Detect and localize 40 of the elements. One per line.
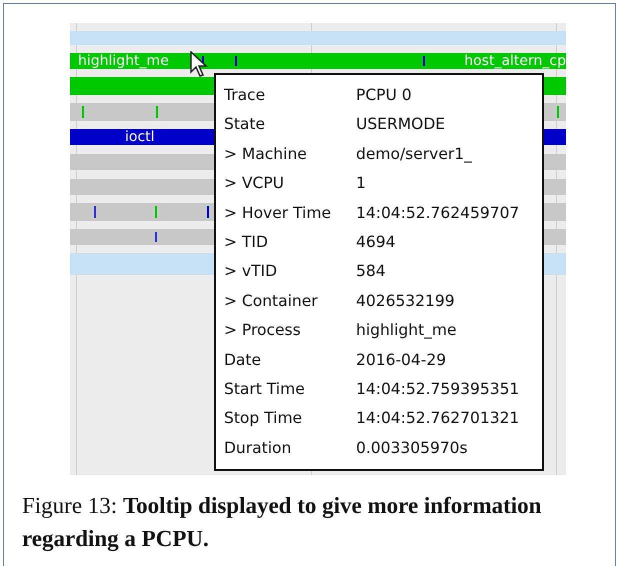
tooltip-value: 4026532199	[356, 290, 456, 312]
event-tick	[156, 106, 158, 118]
tooltip-value: highlight_me	[356, 320, 458, 342]
bar-label: ioctl	[125, 130, 155, 144]
pointer-icon	[190, 51, 208, 77]
event-tick	[207, 206, 209, 218]
tooltip-value: 584	[356, 261, 387, 282]
tooltip-key: > TID	[224, 228, 356, 258]
tooltip-key: State	[224, 110, 356, 140]
tooltip-key: > Machine	[224, 140, 356, 170]
event-tick	[423, 56, 425, 66]
tooltip-value: 14:04:52.759395351	[356, 379, 520, 400]
tooltip-value: USERMODE	[356, 114, 446, 136]
tooltip-key: Stop Time	[224, 404, 356, 434]
tooltip-value: demo/server1_	[356, 144, 473, 165]
tooltip-value: 14:04:52.762701321	[356, 408, 520, 430]
tooltip-key: > Container	[224, 286, 356, 316]
bar-label: highlight_me	[78, 54, 169, 68]
event-tick	[94, 206, 96, 218]
tooltip-key: Date	[224, 346, 356, 376]
event-tick	[155, 232, 157, 242]
tooltip-value: 4694	[356, 232, 396, 254]
tooltip-key: > VCPU	[224, 169, 356, 199]
tooltip-key: > Process	[224, 316, 356, 346]
tooltip-key: Start Time	[224, 375, 356, 404]
tooltip-value: PCPU 0	[356, 85, 413, 106]
tooltip-key: > Hover Time	[224, 198, 356, 228]
tooltip-key: > vTID	[224, 257, 356, 287]
event-tick	[155, 206, 157, 218]
figure-caption: Figure 13: Tooltip displayed to give more information regarding a PCPU.	[22, 492, 542, 554]
event-tick	[235, 56, 237, 66]
tooltip-value: 0.003305970s	[356, 438, 469, 459]
tooltip-value: 1	[356, 173, 367, 194]
tooltip-key: Duration	[224, 434, 356, 464]
tooltip-key: Trace	[224, 81, 356, 110]
bar-label: host_altern_cp	[464, 54, 566, 68]
tooltip-value: 2016-04-29	[356, 350, 448, 371]
tooltip-value: 14:04:52.762459707	[356, 202, 520, 224]
event-tick	[557, 106, 559, 118]
event-tick	[82, 106, 84, 118]
